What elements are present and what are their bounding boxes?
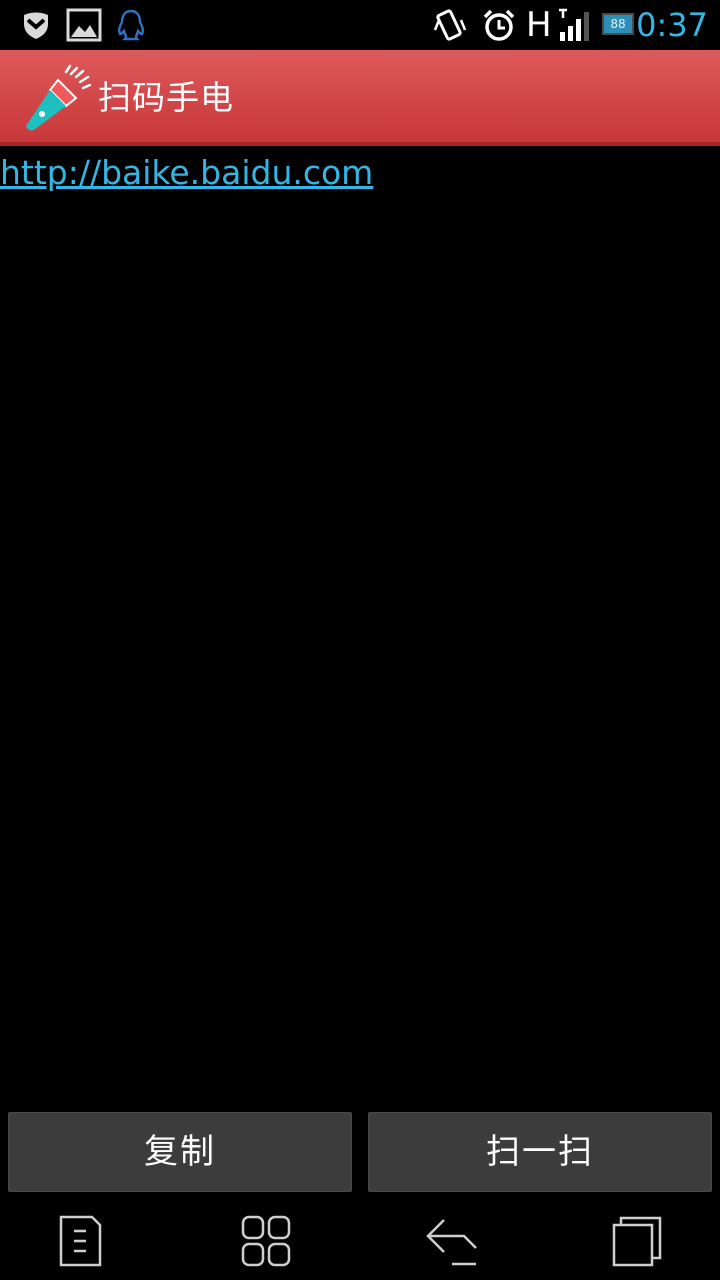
app-title: 扫码手电 [98, 78, 234, 117]
signal-icon [559, 8, 589, 41]
back-icon[interactable] [424, 1214, 480, 1268]
navigation-bar [0, 1200, 720, 1280]
copy-button[interactable]: 复制 [8, 1112, 352, 1192]
scan-button[interactable]: 扫一扫 [368, 1112, 712, 1192]
status-bar: H 88 0:37 [0, 0, 720, 50]
qq-icon [117, 9, 145, 41]
flashlight-icon [26, 64, 92, 131]
recent-apps-icon[interactable] [610, 1214, 666, 1268]
image-icon [66, 8, 102, 42]
scan-result-link[interactable]: http://baike.baidu.com [0, 152, 373, 194]
menu-icon[interactable] [52, 1214, 108, 1268]
app-title-bar: 扫码手电 [0, 50, 720, 146]
vibrate-icon [433, 9, 467, 41]
battery-icon: 88 [602, 13, 634, 35]
alarm-icon [483, 9, 515, 41]
network-type-label: H [526, 5, 552, 45]
status-time: 0:37 [636, 6, 708, 44]
battery-level: 88 [610, 17, 626, 31]
shield-icon [24, 12, 48, 39]
apps-icon[interactable] [238, 1214, 294, 1268]
